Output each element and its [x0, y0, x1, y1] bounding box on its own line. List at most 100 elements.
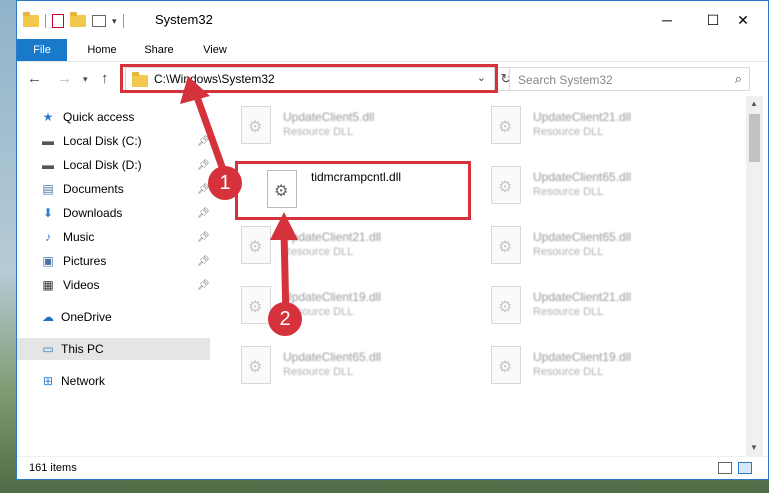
file-type: Resource DLL	[533, 306, 604, 318]
sidebar-item-downloads[interactable]: ⬇ Downloads 📌︎	[17, 202, 210, 224]
list-item[interactable]: UpdateClient19.dll Resource DLL	[211, 278, 441, 330]
videos-icon: ▦	[42, 278, 54, 292]
sidebar-item-quick-access[interactable]: ★ Quick access	[17, 106, 210, 128]
item-count: 161 items	[29, 462, 77, 474]
network-icon: ⊞	[42, 374, 54, 388]
quick-access-toolbar: ▾	[23, 11, 124, 31]
navigation-pane: ★ Quick access ▬ Local Disk (C:) 📌︎ ▬ Lo…	[17, 96, 210, 456]
title-bar: ▾ System32 ─ ☐ ✕	[17, 1, 768, 39]
sidebar-item-label: Downloads	[63, 206, 123, 220]
dll-file-icon	[491, 346, 521, 384]
step-1-badge: 1	[208, 166, 242, 200]
sidebar-item-onedrive[interactable]: ☁ OneDrive	[17, 306, 210, 328]
scroll-down-icon[interactable]: ▼	[750, 443, 758, 452]
file-highlight	[235, 161, 471, 220]
pin-icon: 📌︎	[197, 159, 210, 171]
view-options-icon[interactable]	[92, 15, 106, 27]
sidebar-item-local-disk-c[interactable]: ▬ Local Disk (C:) 📌︎	[17, 130, 210, 152]
file-name: UpdateClient5.dll	[283, 110, 375, 124]
sidebar-item-label: Local Disk (C:)	[63, 134, 142, 148]
folder-icon	[23, 12, 39, 27]
tiles-view-icon[interactable]	[738, 462, 752, 474]
tab-share[interactable]: Share	[137, 39, 181, 61]
toolbar-divider	[122, 14, 124, 28]
minimize-button[interactable]: ─	[644, 1, 690, 39]
back-arrow-icon[interactable]: ←	[27, 70, 42, 87]
drive-icon: ▬	[42, 134, 54, 148]
drive-icon: ▬	[42, 158, 54, 172]
list-item[interactable]: UpdateClient21.dll Resource DLL	[211, 218, 441, 270]
sidebar-item-label: Quick access	[63, 110, 135, 124]
pin-icon: 📌︎	[197, 255, 210, 267]
sidebar-item-label: Local Disk (D:)	[63, 158, 142, 172]
tab-view[interactable]: View	[195, 39, 235, 61]
close-button[interactable]: ✕	[720, 1, 766, 39]
list-item[interactable]: UpdateClient5.dll Resource DLL	[211, 98, 441, 150]
search-icon: ⌕	[734, 71, 742, 86]
file-name: UpdateClient19.dll	[283, 290, 382, 304]
forward-arrow-icon[interactable]: →	[57, 70, 72, 87]
details-view-icon[interactable]	[718, 462, 732, 474]
search-box[interactable]: ⌕	[509, 67, 750, 91]
pictures-icon: ▣	[42, 254, 54, 268]
sidebar-item-network[interactable]: ⊞ Network	[17, 370, 210, 392]
up-arrow-icon[interactable]: ↑	[101, 70, 109, 87]
list-item[interactable]: UpdateClient21.dll Resource DLL	[461, 98, 691, 150]
file-type: Resource DLL	[283, 126, 354, 138]
tab-file[interactable]: File	[17, 39, 67, 61]
scroll-up-icon[interactable]: ▲	[750, 99, 758, 108]
pin-icon: 📌︎	[197, 135, 210, 147]
sidebar-item-this-pc[interactable]: ▭ This PC	[17, 338, 210, 360]
list-item[interactable]: UpdateClient65.dll Resource DLL	[461, 218, 691, 270]
sidebar-item-videos[interactable]: ▦ Videos 📌︎	[17, 274, 210, 296]
vertical-scrollbar[interactable]: ▲ ▼	[746, 96, 763, 456]
dll-file-icon	[241, 286, 271, 324]
file-type: Resource DLL	[283, 366, 354, 378]
list-item[interactable]: UpdateClient21.dll Resource DLL	[461, 278, 691, 330]
window-title: System32	[155, 12, 213, 27]
sidebar-item-local-disk-d[interactable]: ▬ Local Disk (D:) 📌︎	[17, 154, 210, 176]
tab-home[interactable]: Home	[79, 39, 125, 61]
file-list: UpdateClient5.dll Resource DLL UpdateCli…	[211, 96, 746, 456]
scrollbar-thumb[interactable]	[749, 114, 760, 162]
list-item[interactable]: UpdateClient65.dll Resource DLL	[211, 338, 441, 390]
documents-icon: ▤	[42, 182, 54, 196]
file-name: UpdateClient21.dll	[533, 290, 632, 304]
dll-file-icon	[491, 106, 521, 144]
dll-file-icon	[491, 166, 521, 204]
pin-icon: 📌︎	[197, 279, 210, 291]
sidebar-item-music[interactable]: ♪ Music 📌︎	[17, 226, 210, 248]
file-type: Resource DLL	[533, 126, 604, 138]
address-bar-highlight	[120, 64, 498, 93]
list-item[interactable]: UpdateClient19.dll Resource DLL	[461, 338, 691, 390]
file-name: UpdateClient65.dll	[283, 350, 382, 364]
step-2-badge: 2	[268, 302, 302, 336]
search-input[interactable]	[516, 70, 725, 90]
dll-file-icon	[491, 226, 521, 264]
file-type: Resource DLL	[533, 366, 604, 378]
star-icon: ★	[42, 110, 54, 124]
file-name: UpdateClient65.dll	[533, 230, 632, 244]
recent-locations-chevron-icon[interactable]: ▾	[83, 74, 88, 85]
file-name: UpdateClient19.dll	[533, 350, 632, 364]
file-name: UpdateClient21.dll	[533, 110, 632, 124]
sidebar-item-label: Videos	[63, 278, 100, 292]
dll-file-icon	[241, 346, 271, 384]
sidebar-item-documents[interactable]: ▤ Documents 📌︎	[17, 178, 210, 200]
cloud-icon: ☁	[42, 310, 54, 324]
sidebar-item-pictures[interactable]: ▣ Pictures 📌︎	[17, 250, 210, 272]
toolbar-divider	[45, 14, 46, 28]
sidebar-item-label: Pictures	[63, 254, 107, 268]
download-icon: ⬇	[42, 206, 54, 220]
file-type: Resource DLL	[533, 246, 604, 258]
file-name: UpdateClient21.dll	[283, 230, 382, 244]
list-item[interactable]: UpdateClient65.dll Resource DLL	[461, 158, 691, 210]
customize-toolbar-chevron-icon[interactable]: ▾	[112, 16, 117, 27]
pin-icon: 📌︎	[197, 231, 210, 243]
properties-icon[interactable]	[52, 14, 64, 28]
new-folder-icon[interactable]	[70, 12, 86, 27]
dll-file-icon	[491, 286, 521, 324]
dll-file-icon	[241, 106, 271, 144]
dll-file-icon	[241, 226, 271, 264]
file-name: UpdateClient65.dll	[533, 170, 632, 184]
